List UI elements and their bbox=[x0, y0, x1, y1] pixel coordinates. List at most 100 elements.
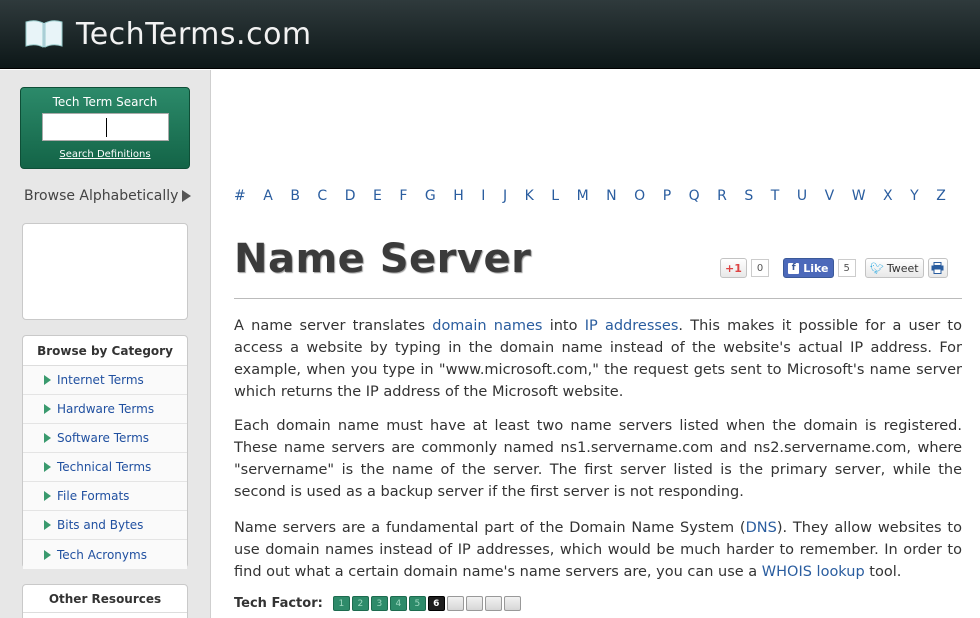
alpha-link[interactable]: S bbox=[744, 188, 753, 204]
triangle-right-icon bbox=[44, 520, 51, 530]
text-span: tool. bbox=[864, 564, 902, 580]
search-definitions-link[interactable]: Search Definitions bbox=[21, 149, 189, 160]
alpha-link[interactable]: L bbox=[551, 188, 559, 204]
tech-factor-box bbox=[465, 596, 483, 611]
triangle-right-icon bbox=[182, 190, 192, 202]
alpha-link[interactable]: W bbox=[852, 188, 866, 204]
alpha-link[interactable]: Q bbox=[689, 188, 700, 204]
sidebar-item-software-terms[interactable]: Software Terms bbox=[23, 424, 187, 453]
alpha-link[interactable]: I bbox=[481, 188, 485, 204]
tech-factor-box: 3 bbox=[370, 596, 388, 611]
alpha-link[interactable]: K bbox=[525, 188, 534, 204]
definition-paragraph-2: Each domain name must have at least two … bbox=[234, 418, 962, 500]
sidebar-item-label: File Formats bbox=[57, 489, 130, 503]
google-plus-count: 0 bbox=[750, 259, 770, 277]
print-button[interactable] bbox=[927, 258, 948, 278]
alpha-link[interactable]: Y bbox=[910, 188, 919, 204]
alpha-link[interactable]: T bbox=[771, 188, 780, 204]
search-panel-title: Tech Term Search bbox=[52, 95, 158, 109]
google-plus-button[interactable]: +1 bbox=[720, 258, 747, 278]
facebook-like-label: Like bbox=[803, 261, 829, 275]
alpha-link[interactable]: M bbox=[577, 188, 589, 204]
printer-icon bbox=[931, 262, 944, 274]
alpha-link[interactable]: N bbox=[606, 188, 616, 204]
alphabet-nav: # A B C D E F G H I J K L M N O P Q R S T U V W X Y Z bbox=[234, 188, 946, 204]
share-bar: +1 0 f Like 5 🐦︎ Tweet bbox=[720, 258, 948, 278]
text-span: Name servers are a fundamental part of t… bbox=[234, 520, 746, 536]
alpha-link[interactable]: F bbox=[399, 188, 407, 204]
tech-factor-box bbox=[484, 596, 502, 611]
sidebar-item-label: Hardware Terms bbox=[57, 402, 155, 416]
title-divider bbox=[234, 298, 962, 299]
tech-factor-box bbox=[503, 596, 521, 611]
alpha-link[interactable]: V bbox=[825, 188, 835, 204]
sidebar-item-label: Tech Acronyms bbox=[57, 547, 147, 562]
page-title: Name Server bbox=[234, 236, 532, 282]
ad-placeholder bbox=[22, 223, 188, 320]
category-heading: Browse by Category bbox=[23, 336, 187, 366]
sidebar-item-label: Internet Terms bbox=[57, 373, 144, 387]
alpha-link[interactable]: H bbox=[453, 188, 464, 204]
tech-factor-box: 1 bbox=[332, 596, 350, 611]
site-header: TechTerms.com bbox=[0, 0, 980, 69]
sidebar-item-hardware-terms[interactable]: Hardware Terms bbox=[23, 395, 187, 424]
sidebar-item-label: Technical Terms bbox=[57, 460, 152, 474]
alpha-link[interactable]: A bbox=[263, 188, 273, 204]
alpha-link[interactable]: X bbox=[883, 188, 893, 204]
tech-factor-box bbox=[446, 596, 464, 611]
site-name: TechTerms.com bbox=[76, 16, 312, 52]
triangle-right-icon bbox=[44, 433, 51, 443]
sidebar-item-label: Software Terms bbox=[57, 431, 150, 445]
category-panel: Browse by Category Internet Terms Hardwa… bbox=[22, 335, 188, 569]
alpha-link[interactable]: # bbox=[234, 188, 246, 204]
alpha-link[interactable]: G bbox=[425, 188, 436, 204]
definition-paragraph-3: Name servers are a fundamental part of t… bbox=[234, 517, 962, 583]
alpha-link[interactable]: D bbox=[345, 188, 356, 204]
triangle-right-icon bbox=[44, 462, 51, 472]
search-panel: Tech Term Search Search Definitions bbox=[20, 87, 190, 169]
search-input[interactable] bbox=[42, 113, 169, 141]
alpha-link[interactable]: U bbox=[797, 188, 807, 204]
definition-paragraph-1: A name server translates domain names in… bbox=[234, 315, 962, 403]
tech-factor-box: 4 bbox=[389, 596, 407, 611]
alpha-link[interactable]: P bbox=[663, 188, 671, 204]
sidebar-item-internet-terms[interactable]: Internet Terms bbox=[23, 366, 187, 395]
browse-alphabetically-link[interactable]: Browse Alphabetically bbox=[24, 188, 192, 204]
tech-factor-box: 5 bbox=[408, 596, 426, 611]
twitter-bird-icon: 🐦︎ bbox=[869, 261, 884, 275]
browse-alphabetically-label: Browse Alphabetically bbox=[24, 188, 179, 204]
sidebar-item-technical-terms[interactable]: Technical Terms bbox=[23, 453, 187, 482]
tech-factor-rating: Tech Factor: 123456 bbox=[234, 596, 523, 611]
alpha-link[interactable]: Z bbox=[936, 188, 946, 204]
text-caret bbox=[106, 118, 107, 137]
link-ip-addresses[interactable]: IP addresses bbox=[585, 318, 679, 334]
open-book-icon bbox=[25, 20, 63, 48]
triangle-right-icon bbox=[44, 404, 51, 414]
tech-factor-box: 6 bbox=[427, 596, 445, 611]
sidebar-item-tech-acronyms[interactable]: Tech Acronyms bbox=[23, 540, 187, 569]
link-whois-lookup[interactable]: WHOIS lookup bbox=[762, 564, 865, 580]
tweet-button[interactable]: 🐦︎ Tweet bbox=[864, 258, 924, 278]
alpha-link[interactable]: B bbox=[290, 188, 300, 204]
facebook-icon: f bbox=[788, 262, 800, 274]
other-resources-heading: Other Resources bbox=[23, 585, 187, 613]
link-dns[interactable]: DNS bbox=[746, 520, 777, 536]
triangle-right-icon bbox=[44, 549, 51, 560]
alpha-link[interactable]: C bbox=[317, 188, 327, 204]
tweet-label: Tweet bbox=[886, 261, 919, 275]
tech-factor-boxes: 123456 bbox=[332, 596, 523, 611]
sidebar-item-file-formats[interactable]: File Formats bbox=[23, 482, 187, 511]
tech-factor-label: Tech Factor: bbox=[234, 596, 323, 611]
facebook-like-count: 5 bbox=[837, 259, 856, 277]
alpha-link[interactable]: J bbox=[503, 188, 507, 204]
site-logo[interactable]: TechTerms.com bbox=[24, 14, 312, 54]
alpha-link[interactable]: O bbox=[634, 188, 645, 204]
link-domain-names[interactable]: domain names bbox=[432, 318, 542, 334]
tech-factor-box: 2 bbox=[351, 596, 369, 611]
alpha-link[interactable]: R bbox=[717, 188, 727, 204]
triangle-right-icon bbox=[44, 375, 51, 385]
alpha-link[interactable]: E bbox=[373, 188, 382, 204]
sidebar-item-bits-and-bytes[interactable]: Bits and Bytes bbox=[23, 511, 187, 540]
facebook-like-button[interactable]: f Like bbox=[783, 258, 834, 278]
text-span: A name server translates bbox=[234, 318, 433, 334]
